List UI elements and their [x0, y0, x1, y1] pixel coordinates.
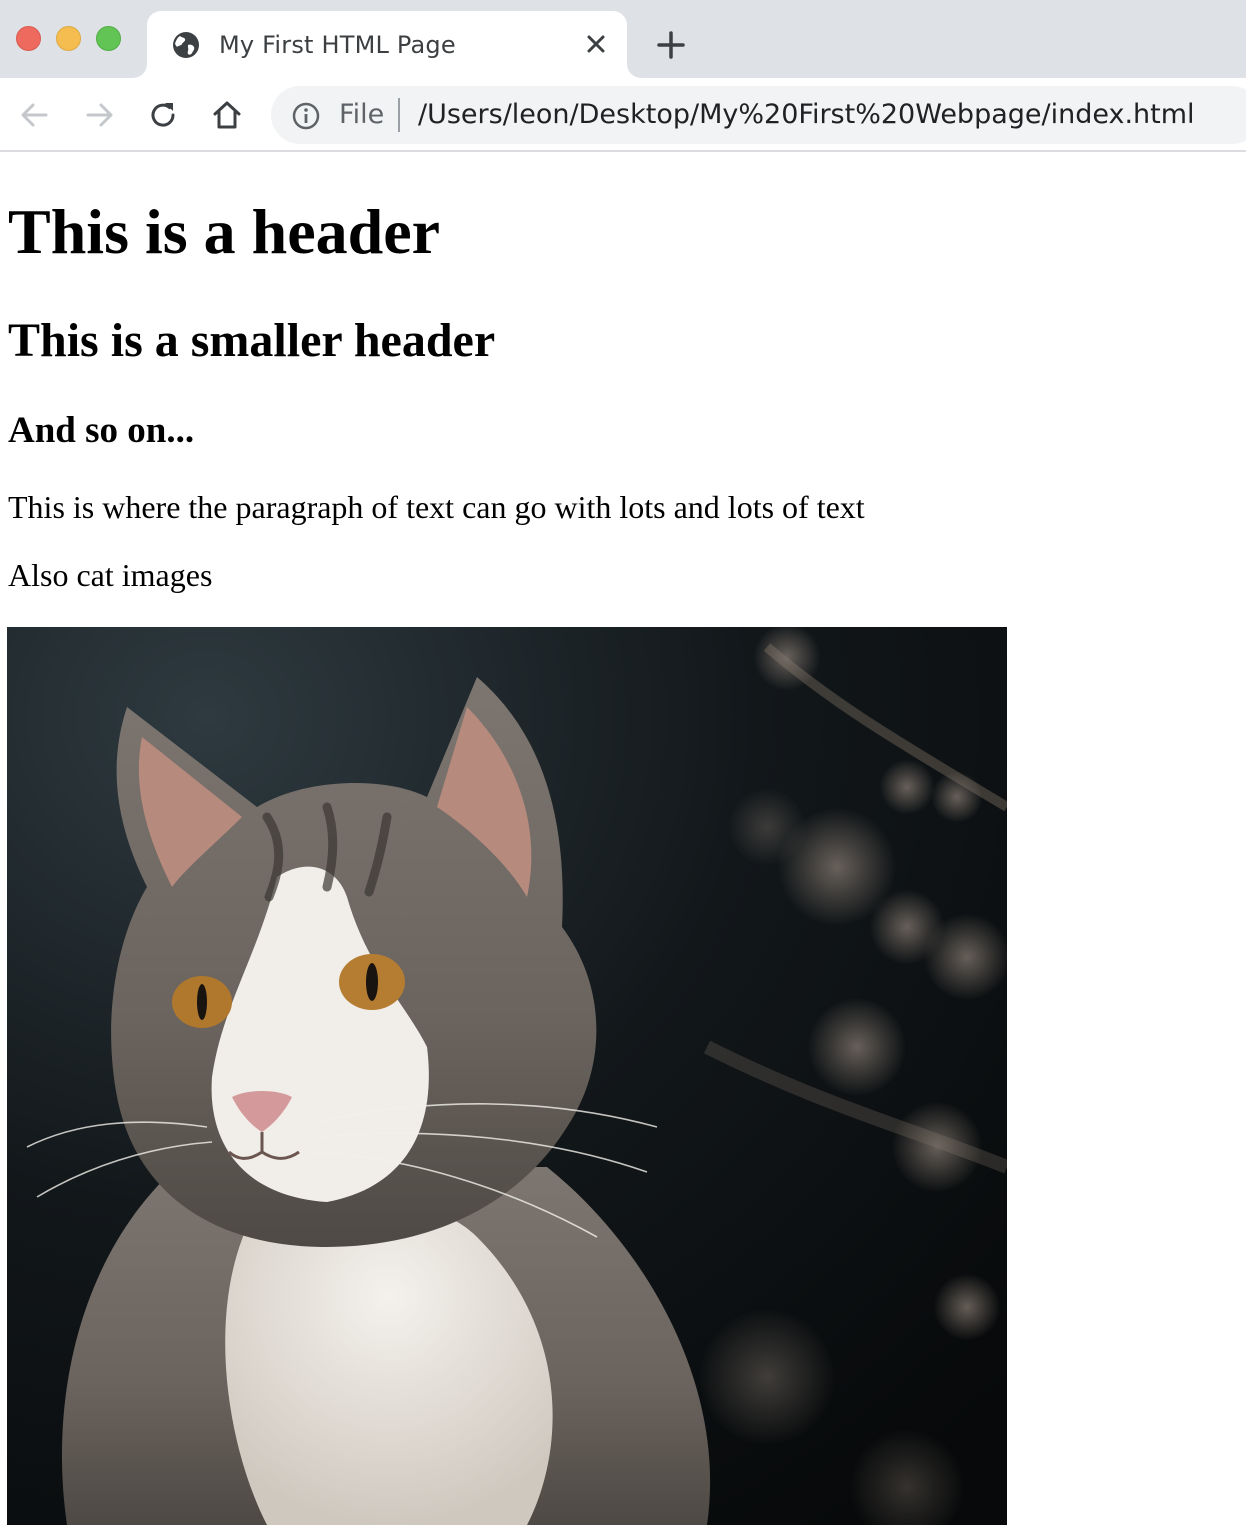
- page-heading-2: This is a smaller header: [8, 314, 496, 367]
- active-tab[interactable]: My First HTML Page: [147, 11, 627, 78]
- scheme-label[interactable]: File: [339, 99, 384, 130]
- new-tab-icon[interactable]: [654, 28, 688, 62]
- info-icon[interactable]: [291, 101, 321, 131]
- page-content: This is a header This is a smaller heade…: [0, 154, 1246, 1525]
- forward-arrow-icon[interactable]: [80, 96, 118, 134]
- page-heading-3: And so on...: [8, 410, 195, 451]
- cat-image: [7, 627, 1007, 1525]
- browser-toolbar: File /Users/leon/Desktop/My%20First%20We…: [0, 78, 1246, 152]
- tab-title: My First HTML Page: [219, 31, 456, 59]
- tab-strip: My First HTML Page: [0, 0, 1246, 78]
- home-icon[interactable]: [208, 96, 246, 134]
- page-heading-1: This is a header: [8, 196, 441, 267]
- window-zoom-button[interactable]: [96, 26, 121, 51]
- back-arrow-icon[interactable]: [16, 96, 54, 134]
- body-paragraph: This is where the paragraph of text can …: [8, 489, 865, 525]
- window-minimize-button[interactable]: [56, 26, 81, 51]
- tab-close-icon[interactable]: [583, 31, 609, 57]
- body-paragraph-2: Also cat images: [8, 557, 213, 593]
- window-close-button[interactable]: [16, 26, 41, 51]
- address-bar[interactable]: File /Users/leon/Desktop/My%20First%20We…: [271, 86, 1246, 144]
- omnibox-divider: [398, 98, 400, 132]
- globe-icon: [173, 32, 199, 58]
- url-text[interactable]: /Users/leon/Desktop/My%20First%20Webpage…: [418, 99, 1195, 130]
- reload-icon[interactable]: [144, 96, 182, 134]
